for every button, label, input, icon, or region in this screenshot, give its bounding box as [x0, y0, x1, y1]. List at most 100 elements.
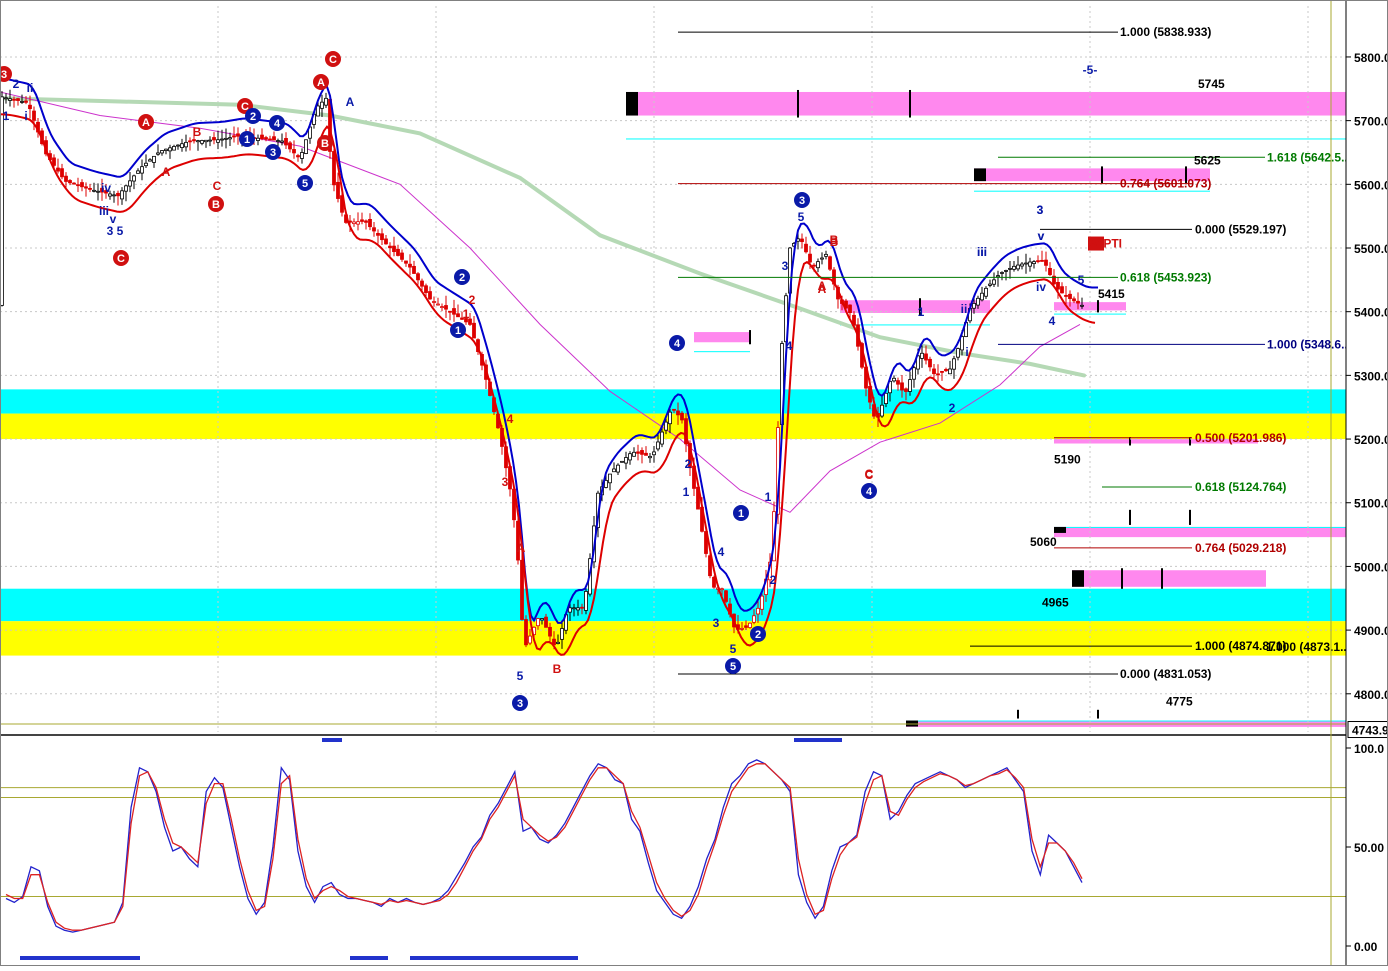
candle-body-239 [956, 348, 960, 358]
candle-body-181 [724, 590, 728, 602]
price-target-5190: 5190 [1054, 452, 1081, 466]
fib-label-5: 1.000 (5348.6... [1267, 337, 1351, 351]
candle-body-33 [132, 175, 136, 182]
candle-body-17 [68, 180, 72, 184]
candle-body-156 [624, 457, 628, 464]
candle-body-1 [4, 97, 8, 100]
axis-label-9: 4900.0 [1354, 624, 1388, 638]
candle-body-260 [1040, 259, 1044, 262]
wave-label-30: 3 [782, 259, 789, 273]
wave-circle-label-19: 5 [730, 661, 736, 673]
wave-label-25: 3 [713, 616, 720, 630]
wave-label-42: 2 [949, 401, 956, 415]
candle-body-91 [364, 220, 368, 223]
candle-body-101 [404, 260, 408, 264]
candle-body-74 [296, 155, 300, 158]
candle-body-234 [936, 373, 940, 376]
candle-body-201 [804, 243, 808, 253]
projection-anchor-5 [1072, 570, 1084, 587]
candle-body-258 [1032, 261, 1036, 265]
candle-body-254 [1016, 264, 1020, 270]
candle-body-259 [1036, 260, 1040, 263]
candle-body-257 [1028, 261, 1032, 267]
candle-body-268 [1072, 298, 1076, 302]
candle-body-163 [652, 451, 656, 456]
candle-body-19 [76, 184, 80, 187]
candle-body-136 [544, 616, 548, 628]
fib-overlap-label: 1.000 (4873.1... [1266, 640, 1350, 654]
candle-body-202 [808, 253, 812, 263]
price-target-5745: 5745 [1198, 77, 1225, 91]
candle-body-253 [1012, 265, 1016, 270]
projection-magenta-2 [694, 332, 750, 343]
candle-body-140 [560, 628, 564, 640]
wave-label-26: 4 [718, 545, 725, 559]
candle-body-256 [1024, 262, 1028, 265]
long-moving-average [0, 96, 1086, 378]
candle-body-37 [148, 159, 152, 162]
wave-label-29: 2 [770, 573, 777, 587]
wave-label-13: A [517, 541, 526, 555]
candle-body-7 [28, 104, 32, 110]
candle-body-189 [756, 607, 760, 615]
wave-circle-label-6: B [212, 199, 220, 211]
candle-body-252 [1008, 267, 1012, 270]
candle-body-29 [116, 192, 120, 197]
candle-body-104 [416, 273, 420, 281]
axis-label-2: 5600.0 [1354, 178, 1388, 192]
candle-body-109 [436, 303, 440, 306]
signal-marker-0 [322, 738, 342, 742]
candle-body-227 [908, 379, 912, 392]
candle-body-162 [648, 455, 652, 459]
candle-body-8 [32, 110, 36, 121]
price-axis-layer: 5800.0 5700.0 5600.0 5500.0 5400.0 5300.0 5200… [1346, 0, 1388, 966]
candle-body-111 [444, 305, 448, 310]
candle-body-98 [392, 245, 396, 253]
wave-circle-label-5: C [117, 253, 125, 265]
wave-label-35: C [865, 467, 874, 481]
cyan-zone-lower [0, 588, 1346, 622]
candle-body-113 [452, 308, 456, 315]
wave-label-33: A [818, 282, 827, 296]
candle-body-143 [572, 607, 576, 610]
candle-body-139 [556, 641, 560, 644]
projection-anchor-0 [626, 91, 638, 116]
candle-body-261 [1044, 259, 1048, 266]
stoch-marker-0 [20, 956, 140, 960]
wave-label-8: 5 [117, 224, 124, 238]
candle-body-79 [316, 105, 320, 117]
wave-label-28: 1 [765, 490, 772, 504]
projection-anchor-1 [974, 168, 986, 182]
candle-body-24 [96, 190, 100, 193]
candle-body-47 [188, 140, 192, 143]
candle-body-161 [644, 452, 648, 456]
candle-body-244 [976, 297, 980, 306]
candle-body-226 [904, 388, 908, 392]
wave-label-34: B [830, 233, 839, 247]
wave-circle-label-7: B [321, 138, 329, 150]
stochastic-panel: 100.0 50.00 0.00 [0, 738, 1384, 960]
fib-label-1: 1.618 (5642.5... [1267, 150, 1351, 164]
candle-body-38 [152, 155, 156, 163]
wave-label-5: iii [99, 204, 109, 218]
candle-body-103 [412, 265, 416, 274]
wave-label-11: C [213, 179, 222, 193]
candle-body-4 [16, 98, 20, 101]
candle-body-49 [196, 140, 200, 143]
candle-body-99 [396, 248, 400, 256]
candle-body-42 [168, 147, 172, 152]
candle-body-166 [664, 421, 668, 431]
candle-body-39 [156, 152, 160, 155]
wave-label-0: 1 [3, 109, 10, 123]
candle-body-76 [304, 139, 308, 154]
candle-body-146 [584, 591, 588, 611]
candle-body-81 [324, 97, 328, 106]
pti-label: 54PTI [1090, 237, 1122, 251]
candle-body-167 [668, 411, 672, 425]
candle-body-169 [676, 410, 680, 416]
axis-label-7: 5100.0 [1354, 497, 1388, 511]
candle-body-232 [928, 358, 932, 368]
candle-body-50 [200, 140, 204, 144]
wave-label-27: 5 [730, 642, 737, 656]
candle-body-228 [912, 367, 916, 380]
